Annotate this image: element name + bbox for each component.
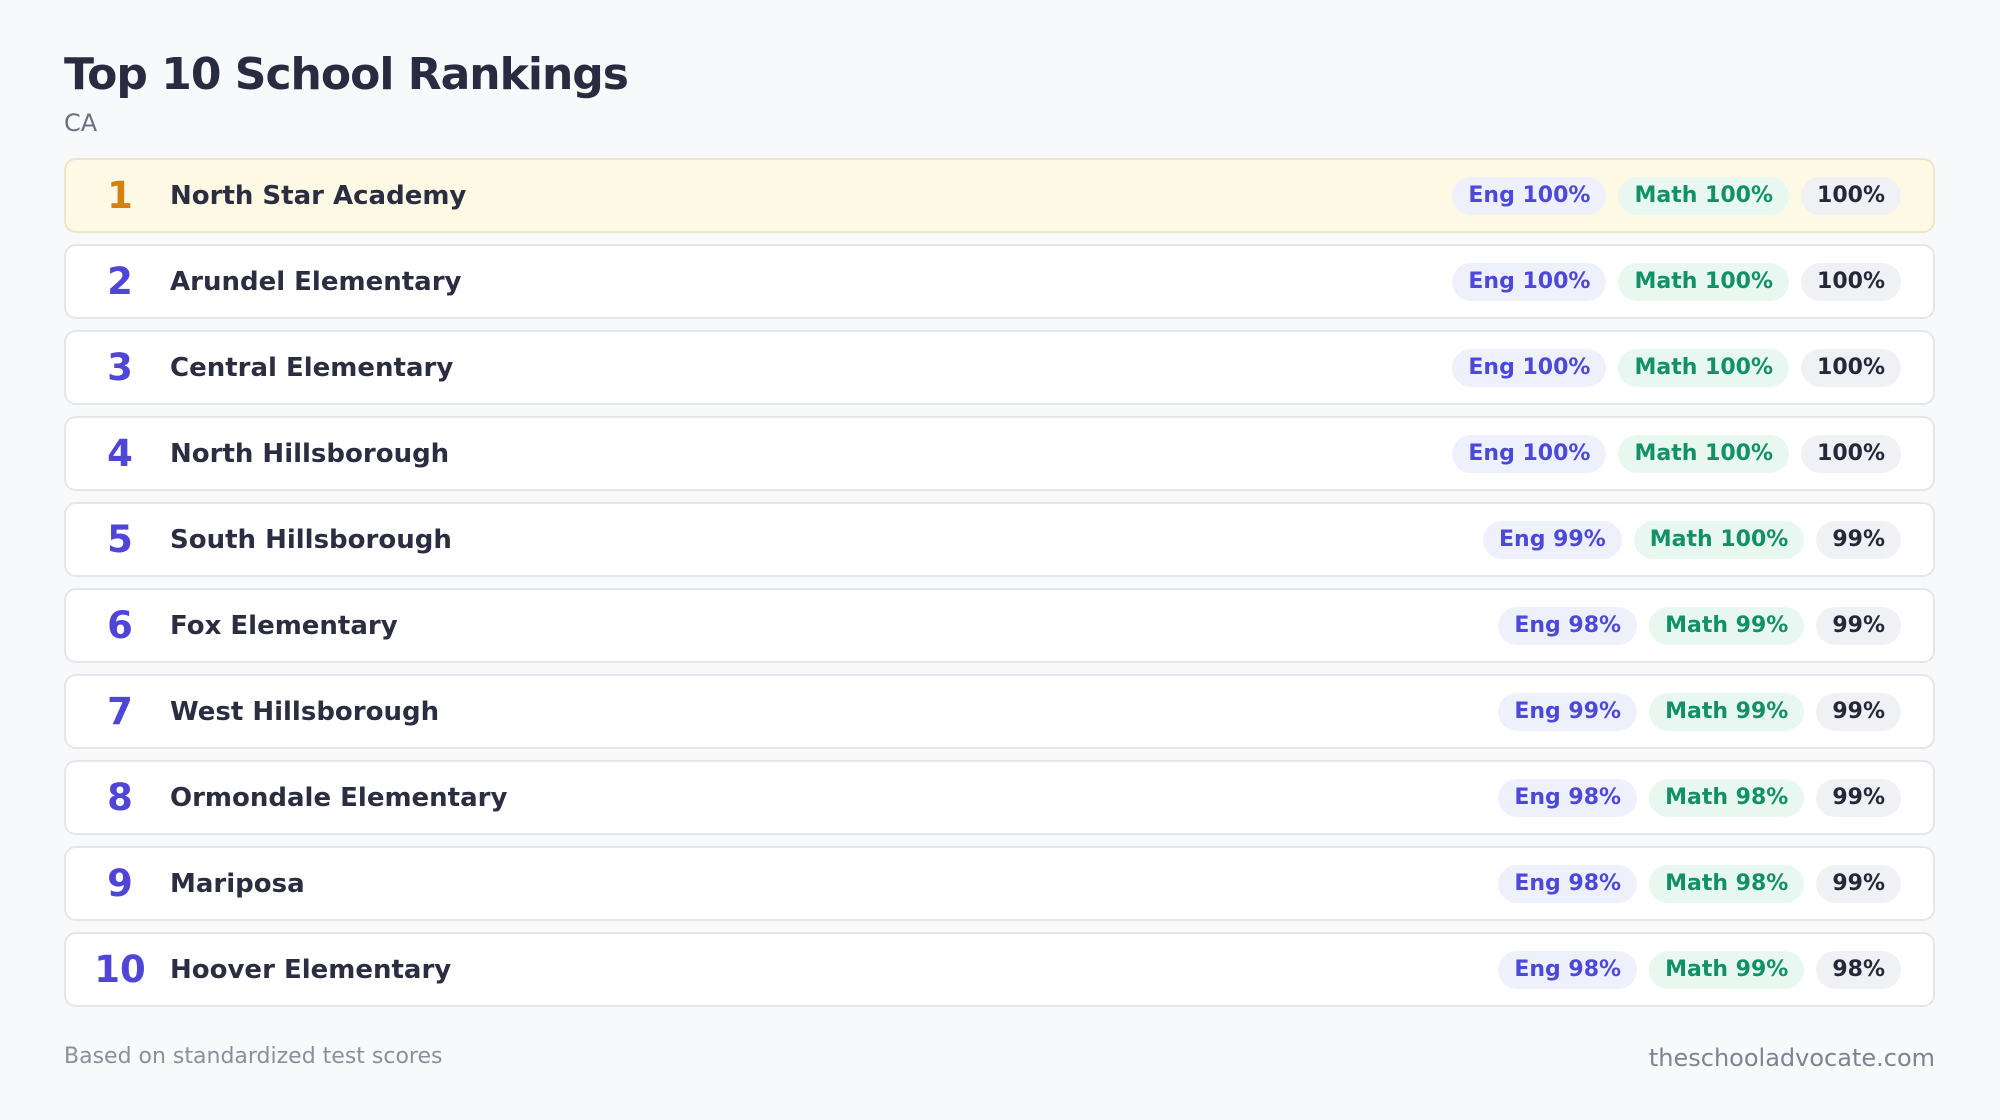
page-footer: Based on standardized test scores thesch… <box>64 1044 1935 1072</box>
table-row[interactable]: 4 North Hillsborough Eng 100% Math 100% … <box>64 416 1935 491</box>
score-badges: Eng 100% Math 100% 100% <box>1452 262 1901 301</box>
overall-score-badge: 99% <box>1816 692 1901 731</box>
eng-score-badge: Eng 100% <box>1452 262 1607 301</box>
table-row[interactable]: 10 Hoover Elementary Eng 98% Math 99% 98… <box>64 932 1935 1007</box>
school-name: West Hillsborough <box>170 696 440 727</box>
overall-score-badge: 99% <box>1816 520 1901 559</box>
score-badges: Eng 99% Math 99% 99% <box>1498 692 1901 731</box>
math-score-badge: Math 98% <box>1649 778 1805 817</box>
score-badges: Eng 100% Math 100% 100% <box>1452 176 1901 215</box>
school-name: Ormondale Elementary <box>170 782 508 813</box>
school-name: Fox Elementary <box>170 610 398 641</box>
rankings-page: Top 10 School Rankings CA 1 North Star A… <box>64 46 1935 1018</box>
school-name: Hoover Elementary <box>170 954 452 985</box>
score-badges: Eng 98% Math 98% 99% <box>1498 778 1901 817</box>
score-badges: Eng 98% Math 99% 99% <box>1498 606 1901 645</box>
overall-score-badge: 100% <box>1801 348 1901 387</box>
table-row[interactable]: 1 North Star Academy Eng 100% Math 100% … <box>64 158 1935 233</box>
math-score-badge: Math 100% <box>1618 434 1790 473</box>
rank-number: 5 <box>107 518 133 561</box>
eng-score-badge: Eng 98% <box>1498 950 1638 989</box>
eng-score-badge: Eng 98% <box>1498 606 1638 645</box>
rank-number: 2 <box>107 260 133 303</box>
table-row[interactable]: 7 West Hillsborough Eng 99% Math 99% 99% <box>64 674 1935 749</box>
math-score-badge: Math 99% <box>1649 606 1805 645</box>
eng-score-badge: Eng 98% <box>1498 778 1638 817</box>
school-name: Central Elementary <box>170 352 454 383</box>
page-subtitle: CA <box>64 109 98 137</box>
table-row[interactable]: 2 Arundel Elementary Eng 100% Math 100% … <box>64 244 1935 319</box>
score-badges: Eng 99% Math 100% 99% <box>1483 520 1901 559</box>
table-row[interactable]: 5 South Hillsborough Eng 99% Math 100% 9… <box>64 502 1935 577</box>
rank-number: 10 <box>94 948 146 991</box>
eng-score-badge: Eng 98% <box>1498 864 1638 903</box>
rank-number: 4 <box>107 432 133 475</box>
school-name: South Hillsborough <box>170 524 452 555</box>
score-badges: Eng 100% Math 100% 100% <box>1452 348 1901 387</box>
rank-number: 7 <box>107 690 133 733</box>
eng-score-badge: Eng 100% <box>1452 348 1607 387</box>
table-row[interactable]: 6 Fox Elementary Eng 98% Math 99% 99% <box>64 588 1935 663</box>
school-name: North Star Academy <box>170 180 467 211</box>
school-name: Arundel Elementary <box>170 266 462 297</box>
math-score-badge: Math 99% <box>1649 950 1805 989</box>
rank-number: 1 <box>107 174 133 217</box>
overall-score-badge: 99% <box>1816 864 1901 903</box>
rank-number: 8 <box>107 776 133 819</box>
table-row[interactable]: 9 Mariposa Eng 98% Math 98% 99% <box>64 846 1935 921</box>
overall-score-badge: 100% <box>1801 176 1901 215</box>
table-row[interactable]: 8 Ormondale Elementary Eng 98% Math 98% … <box>64 760 1935 835</box>
overall-score-badge: 100% <box>1801 434 1901 473</box>
math-score-badge: Math 99% <box>1649 692 1805 731</box>
rank-number: 6 <box>107 604 133 647</box>
eng-score-badge: Eng 99% <box>1498 692 1638 731</box>
eng-score-badge: Eng 100% <box>1452 176 1607 215</box>
rankings-list: 1 North Star Academy Eng 100% Math 100% … <box>64 158 1935 1007</box>
eng-score-badge: Eng 99% <box>1483 520 1622 559</box>
overall-score-badge: 99% <box>1816 606 1901 645</box>
page-title: Top 10 School Rankings <box>64 49 629 100</box>
rank-number: 9 <box>107 862 133 905</box>
math-score-badge: Math 100% <box>1618 176 1790 215</box>
site-attribution: theschooladvocate.com <box>1648 1044 1935 1072</box>
score-badges: Eng 100% Math 100% 100% <box>1452 434 1901 473</box>
math-score-badge: Math 100% <box>1633 520 1805 559</box>
overall-score-badge: 100% <box>1801 262 1901 301</box>
math-score-badge: Math 100% <box>1618 262 1790 301</box>
overall-score-badge: 99% <box>1816 778 1901 817</box>
school-name: North Hillsborough <box>170 438 450 469</box>
footer-note: Based on standardized test scores <box>64 1044 443 1069</box>
overall-score-badge: 98% <box>1816 950 1901 989</box>
math-score-badge: Math 98% <box>1649 864 1805 903</box>
math-score-badge: Math 100% <box>1618 348 1790 387</box>
rank-number: 3 <box>107 346 133 389</box>
score-badges: Eng 98% Math 98% 99% <box>1498 864 1901 903</box>
school-name: Mariposa <box>170 868 305 899</box>
eng-score-badge: Eng 100% <box>1452 434 1607 473</box>
table-row[interactable]: 3 Central Elementary Eng 100% Math 100% … <box>64 330 1935 405</box>
score-badges: Eng 98% Math 99% 98% <box>1498 950 1901 989</box>
